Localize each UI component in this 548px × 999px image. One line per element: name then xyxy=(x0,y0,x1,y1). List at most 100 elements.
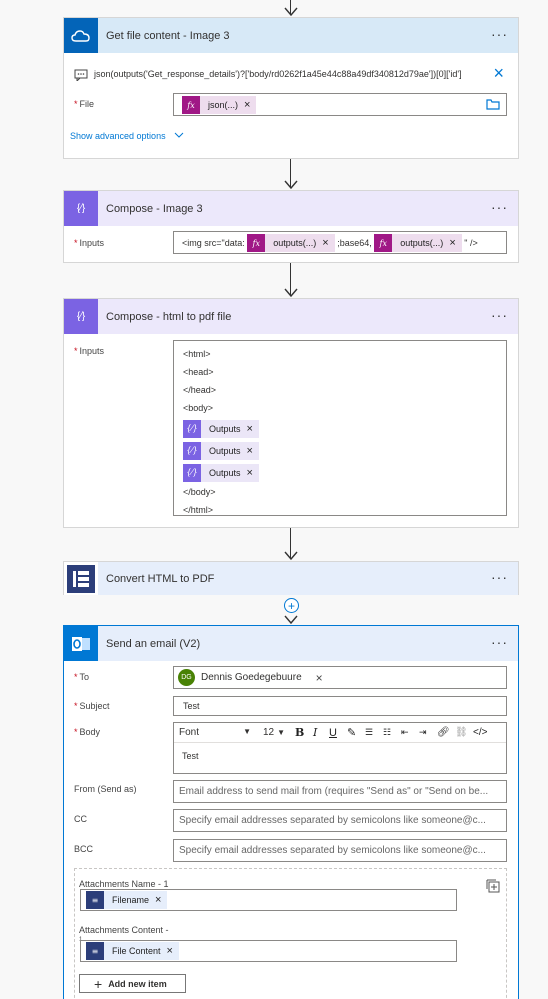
remove-token-icon[interactable]: × xyxy=(322,237,328,249)
outlook-icon xyxy=(64,626,98,661)
connector-arrow xyxy=(282,612,300,626)
more-options-icon[interactable]: ··· xyxy=(491,26,508,42)
encodian-icon: ≡ xyxy=(86,942,104,960)
compose-icon: {⁄} xyxy=(64,299,98,334)
card-header[interactable]: {⁄} Compose - Image 3 ··· xyxy=(64,191,518,226)
connector-arrow xyxy=(282,263,300,299)
code-line: </body> xyxy=(183,487,216,497)
file-field[interactable]: fx json(...) × xyxy=(173,93,507,116)
remove-token-icon[interactable]: × xyxy=(155,894,161,906)
add-new-item-button[interactable]: + Add new item xyxy=(79,974,186,993)
remove-token-icon[interactable]: × xyxy=(247,420,253,438)
recipient-chip[interactable]: DG Dennis Goedegebuure × xyxy=(178,669,323,686)
subject-label: * Subject xyxy=(74,701,110,711)
card-header[interactable]: Convert HTML to PDF ··· xyxy=(64,562,518,595)
onedrive-icon xyxy=(64,18,98,53)
card-title: Compose - Image 3 xyxy=(106,202,203,215)
connector-arrow xyxy=(282,528,300,562)
attachments-content-field[interactable]: ≡ File Content × xyxy=(80,940,457,962)
card-header[interactable]: {⁄} Compose - html to pdf file ··· xyxy=(64,299,518,334)
code-line: <head> xyxy=(183,367,214,377)
card-header[interactable]: Get file content - Image 3 ··· xyxy=(64,18,518,53)
fx-icon: fx xyxy=(182,96,200,114)
inputs-field[interactable]: <img src="data: fx outputs(...) × ;base64,… xyxy=(173,231,507,254)
remove-recipient-icon[interactable]: × xyxy=(316,671,323,685)
inputs-label: * Inputs xyxy=(74,238,105,248)
connector-arrow xyxy=(282,0,300,18)
outputs-token[interactable]: {⁄} Outputs × xyxy=(183,441,259,460)
switch-to-array-icon[interactable] xyxy=(486,879,500,898)
encodian-icon xyxy=(64,562,98,595)
card-title: Send an email (V2) xyxy=(106,637,201,650)
from-input[interactable]: Email address to send mail from (require… xyxy=(173,780,507,803)
encodian-icon: ≡ xyxy=(86,891,104,909)
file-content-token[interactable]: ≡ File Content × xyxy=(86,942,179,960)
folder-icon[interactable] xyxy=(486,98,500,112)
to-label: * To xyxy=(74,672,90,682)
avatar: DG xyxy=(178,669,195,686)
chevron-down-icon: ▼ xyxy=(277,728,286,737)
expression-text: json(outputs('Get_response_details')?['b… xyxy=(94,69,462,79)
compose-icon: {⁄} xyxy=(183,463,201,482)
convert-html-to-pdf-card: Convert HTML to PDF ··· xyxy=(63,561,519,595)
bold-icon[interactable]: B xyxy=(295,726,313,739)
outdent-icon[interactable]: ⇤ xyxy=(401,727,419,738)
get-file-content-card: Get file content - Image 3 ··· json(outp… xyxy=(63,17,519,159)
add-step-icon[interactable]: + xyxy=(284,598,299,613)
cc-input[interactable]: Specify email addresses separated by sem… xyxy=(173,809,507,832)
more-options-icon[interactable]: ··· xyxy=(491,569,508,585)
flow-canvas: Get file content - Image 3 ··· json(outp… xyxy=(0,0,548,999)
remove-token-icon[interactable]: × xyxy=(244,99,250,111)
bcc-label: BCC xyxy=(74,844,94,854)
chevron-down-icon xyxy=(174,132,184,138)
subject-input[interactable]: Test xyxy=(173,696,507,716)
outputs-token[interactable]: {⁄} Outputs × xyxy=(183,463,259,482)
to-field[interactable]: DG Dennis Goedegebuure × xyxy=(173,666,507,689)
body-editor[interactable]: Font ▼ 12 ▼ B I U ✎ ☰ ☷ ⇤ ⇥ 🔗︎ ⛓︎ </> Test xyxy=(173,722,507,774)
remove-token-icon[interactable]: × xyxy=(167,945,173,957)
connector-arrow xyxy=(282,159,300,191)
more-options-icon[interactable]: ··· xyxy=(491,307,508,323)
compose-html-card: {⁄} Compose - html to pdf file ··· * Inpu… xyxy=(63,298,519,528)
show-advanced-options-link[interactable]: Show advanced options xyxy=(70,131,184,141)
font-dropdown[interactable]: Font ▼ xyxy=(179,727,255,738)
close-icon[interactable]: × xyxy=(493,64,504,82)
remove-token-icon[interactable]: × xyxy=(247,442,253,460)
indent-icon[interactable]: ⇥ xyxy=(419,727,437,738)
remove-token-icon[interactable]: × xyxy=(449,237,455,249)
filename-token[interactable]: ≡ Filename × xyxy=(86,891,168,909)
compose-icon: {⁄} xyxy=(183,441,201,460)
code-line: <html> xyxy=(183,349,211,359)
chevron-down-icon: ▼ xyxy=(243,727,251,736)
fx-icon: fx xyxy=(247,234,266,252)
body-text: Test xyxy=(182,751,199,761)
inputs-field[interactable]: <html> <head> </head> <body> {⁄} Outputs ×… xyxy=(173,340,507,516)
compose-icon: {⁄} xyxy=(183,419,201,438)
comment-icon xyxy=(74,68,88,83)
italic-icon[interactable]: I xyxy=(313,726,329,739)
inputs-label: * Inputs xyxy=(74,346,105,356)
underline-icon[interactable]: U xyxy=(329,727,347,739)
bcc-input[interactable]: Specify email addresses separated by sem… xyxy=(173,839,507,862)
outputs-token[interactable]: fx outputs(...) × xyxy=(247,234,335,252)
fx-icon: fx xyxy=(374,234,393,252)
font-size-dropdown[interactable]: 12 ▼ xyxy=(263,727,293,738)
attachments-name-field[interactable]: ≡ Filename × xyxy=(80,889,457,911)
code-view-icon[interactable]: </> xyxy=(473,727,491,738)
link-icon[interactable]: 🔗︎ xyxy=(437,727,455,738)
numbered-list-icon[interactable]: ☷ xyxy=(383,727,401,738)
unlink-icon[interactable]: ⛓︎ xyxy=(455,727,473,738)
remove-token-icon[interactable]: × xyxy=(247,464,253,482)
bullet-list-icon[interactable]: ☰ xyxy=(365,727,383,738)
more-options-icon[interactable]: ··· xyxy=(491,199,508,215)
card-header[interactable]: Send an email (V2) ··· xyxy=(64,626,518,661)
outputs-token[interactable]: {⁄} Outputs × xyxy=(183,419,259,438)
more-options-icon[interactable]: ··· xyxy=(491,634,508,650)
from-label: From (Send as) xyxy=(74,784,137,794)
outputs-token[interactable]: fx outputs(...) × xyxy=(374,234,462,252)
json-token[interactable]: fx json(...) × xyxy=(182,96,257,114)
rich-text-toolbar: Font ▼ 12 ▼ B I U ✎ ☰ ☷ ⇤ ⇥ 🔗︎ ⛓︎ </> xyxy=(174,723,506,743)
body-label: * Body xyxy=(74,727,101,737)
compose-icon: {⁄} xyxy=(64,191,98,226)
highlight-icon[interactable]: ✎ xyxy=(347,726,365,739)
